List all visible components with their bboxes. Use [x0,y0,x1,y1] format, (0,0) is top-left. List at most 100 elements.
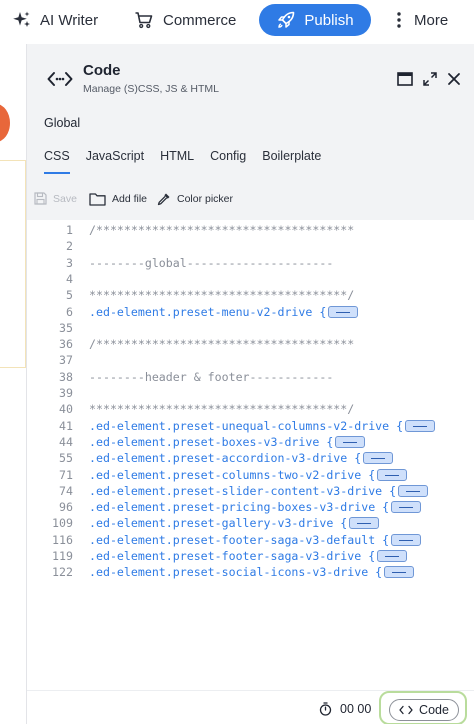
line-number: 71 [59,467,73,482]
code-line[interactable]: 44 .ed-element.preset-boxes-v3-drive { [27,434,474,450]
page-canvas[interactable] [0,40,26,724]
folder-icon [89,193,106,206]
fold-toggle-icon[interactable] [377,550,408,562]
line-number: 39 [59,386,73,400]
line-number: 37 [59,353,73,368]
fold-toggle-icon[interactable] [405,419,436,432]
code-text: /************************************* [89,336,354,352]
publish-button[interactable]: Publish [259,4,371,36]
tab-html[interactable]: HTML [160,148,194,174]
add-file-button[interactable]: Add file [89,192,147,206]
code-text: .ed-element.preset-footer-saga-v3-defaul… [89,532,422,548]
color-picker-label: Color picker [177,193,234,205]
line-number: 96 [59,500,73,515]
code-line[interactable]: 3 --------global--------------------- [27,255,474,271]
fold-toggle-icon[interactable] [377,468,408,481]
color-picker-button[interactable]: Color picker [157,192,233,206]
line-number: 122 [52,565,73,580]
expand-icon[interactable] [423,72,437,86]
code-line[interactable]: 1 /************************************* [27,222,474,238]
save-button[interactable]: Save [34,192,77,205]
status-bar: 00 00 Code [27,690,474,724]
code-line[interactable]: 122 .ed-element.preset-social-icons-v3-dr… [27,564,474,580]
code-brackets-icon [399,705,413,715]
code-text-content: *************************************/ [89,402,355,417]
code-line[interactable]: 36 /************************************* [27,336,474,352]
fold-toggle-icon[interactable] [398,484,429,497]
fold-toggle-icon[interactable] [391,533,422,546]
code-panel: Code Manage (S)CSS, JS & HTML Global CSS… [26,44,474,724]
code-text: .ed-element.preset-pricing-boxes-v3-driv… [89,499,422,515]
code-text: .ed-element.preset-unequal-columns-v2-dr… [89,418,436,434]
ai-writer-button[interactable]: AI Writer [12,0,98,40]
code-text-content: .ed-element.preset-social-icons-v3-drive… [89,565,383,580]
rocket-icon [278,11,295,28]
line-number: 41 [59,418,73,433]
code-text-content: .ed-element.preset-pricing-boxes-v3-driv… [89,500,390,515]
code-line[interactable]: 40 *************************************/ [27,401,474,417]
publish-label: Publish [304,11,354,29]
code-line[interactable]: 74 .ed-element.preset-slider-content-v3-d… [27,483,474,499]
commerce-button[interactable]: Commerce [134,0,236,40]
line-number: 5 [66,288,73,303]
tab-javascript[interactable]: JavaScript [86,148,144,174]
fold-toggle-icon[interactable] [391,501,422,514]
code-text-content: .ed-element.preset-gallery-v3-drive { [89,516,348,531]
line-number: 4 [66,271,73,286]
code-line[interactable]: 96 .ed-element.preset-pricing-boxes-v3-dr… [27,499,474,515]
code-line[interactable]: 37 [27,352,474,368]
close-icon[interactable] [447,72,461,86]
fold-toggle-icon[interactable] [335,435,366,448]
code-text-content: .ed-element.preset-footer-saga-v3-defaul… [89,532,390,547]
fold-toggle-icon[interactable] [384,566,415,579]
code-text-content: .ed-element.preset-slider-content-v3-dri… [89,483,397,498]
add-file-label: Add file [112,193,148,205]
fold-toggle-icon[interactable] [328,305,359,318]
fold-toggle-icon[interactable] [363,452,394,465]
page-element-orange[interactable] [0,104,10,142]
line-number: 2 [66,239,73,254]
code-line[interactable]: 55 .ed-element.preset-accordion-v3-drive … [27,450,474,466]
eyedropper-icon [157,193,170,206]
ai-writer-label: AI Writer [40,11,99,29]
tab-boilerplate[interactable]: Boilerplate [262,148,321,174]
line-number: 35 [59,320,73,335]
tab-css[interactable]: CSS [44,148,70,174]
fold-toggle-icon[interactable] [349,517,380,530]
line-number: 44 [59,434,73,449]
code-tabs: CSS JavaScript HTML Config Boilerplate [44,148,337,174]
line-number: 1 [66,223,73,237]
code-text-content: /************************************* [89,223,355,237]
commerce-label: Commerce [163,11,237,29]
code-toggle-button[interactable]: Code [389,699,459,721]
code-line[interactable]: 4 [27,271,474,287]
panel-actions [397,72,461,86]
cart-icon [135,12,153,29]
code-line[interactable]: 71 .ed-element.preset-columns-two-v2-driv… [27,467,474,483]
code-text: .ed-element.preset-columns-two-v2-drive … [89,467,408,483]
code-text: --------header & footer------------ [89,369,333,385]
code-line[interactable]: 38 --------header & footer------------ [27,369,474,385]
code-line[interactable]: 39 [27,385,474,401]
code-line[interactable]: 6 .ed-element.preset-menu-v2-drive { [27,304,474,320]
code-text: .ed-element.preset-footer-saga-v3-drive … [89,548,408,564]
code-editor[interactable]: 1 /************************************* 2… [27,220,474,690]
code-text-content: /************************************* [89,337,355,352]
code-text-content: --------global--------------------- [89,255,334,270]
page-element-card[interactable] [0,160,26,368]
code-line[interactable]: 5 *************************************/ [27,287,474,303]
code-line[interactable]: 119 .ed-element.preset-footer-saga-v3-dri… [27,548,474,564]
stopwatch-icon [319,702,332,716]
code-line[interactable]: 35 [27,320,474,336]
tab-config[interactable]: Config [210,148,246,174]
more-button[interactable]: More [396,0,448,40]
code-line[interactable]: 41 .ed-element.preset-unequal-columns-v2-… [27,418,474,434]
panel-subtitle: Manage (S)CSS, JS & HTML [83,83,219,95]
code-text: --------global--------------------- [89,255,333,271]
code-icon [47,72,73,86]
code-line[interactable]: 2 [27,238,474,254]
code-text: .ed-element.preset-slider-content-v3-dri… [89,483,429,499]
code-line[interactable]: 116 .ed-element.preset-footer-saga-v3-def… [27,532,474,548]
dock-window-icon[interactable] [397,72,413,86]
code-line[interactable]: 109 .ed-element.preset-gallery-v3-drive { [27,515,474,531]
